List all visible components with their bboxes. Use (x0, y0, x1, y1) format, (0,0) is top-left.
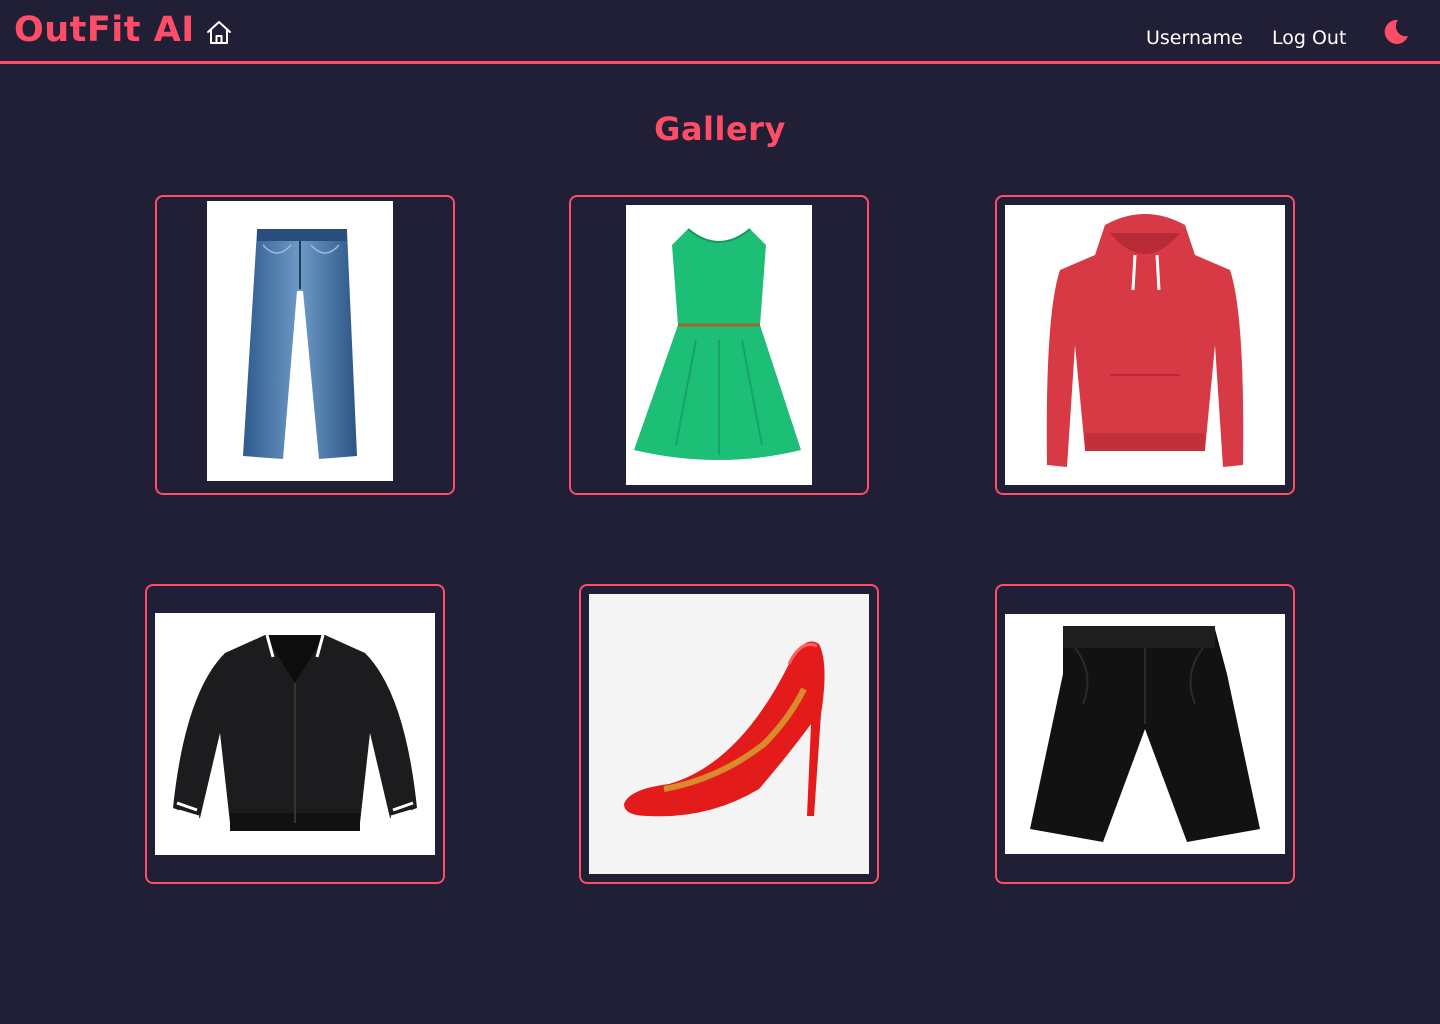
logout-link[interactable]: Log Out (1272, 27, 1346, 49)
gallery-card-shorts[interactable] (995, 584, 1295, 884)
gallery-card-jeans[interactable] (155, 195, 455, 495)
green-dress-image (626, 205, 812, 485)
gallery-card-hoodie[interactable] (995, 195, 1295, 495)
gallery-card-heel[interactable] (579, 584, 879, 884)
gallery-card-jacket[interactable] (145, 584, 445, 884)
moon-icon[interactable] (1380, 17, 1410, 47)
gallery-card-dress[interactable] (569, 195, 869, 495)
bomber-jacket-image (155, 613, 435, 855)
black-shorts-image (1005, 614, 1285, 854)
red-hoodie-image (1005, 205, 1285, 485)
jeans-image (207, 201, 393, 481)
app-logo[interactable]: OutFit AI (14, 10, 195, 50)
top-navbar: OutFit AI Username Log Out (0, 0, 1440, 64)
username-link[interactable]: Username (1146, 27, 1243, 49)
page-title: Gallery (654, 110, 786, 148)
home-icon[interactable] (204, 18, 234, 48)
red-heel-image (589, 594, 869, 874)
